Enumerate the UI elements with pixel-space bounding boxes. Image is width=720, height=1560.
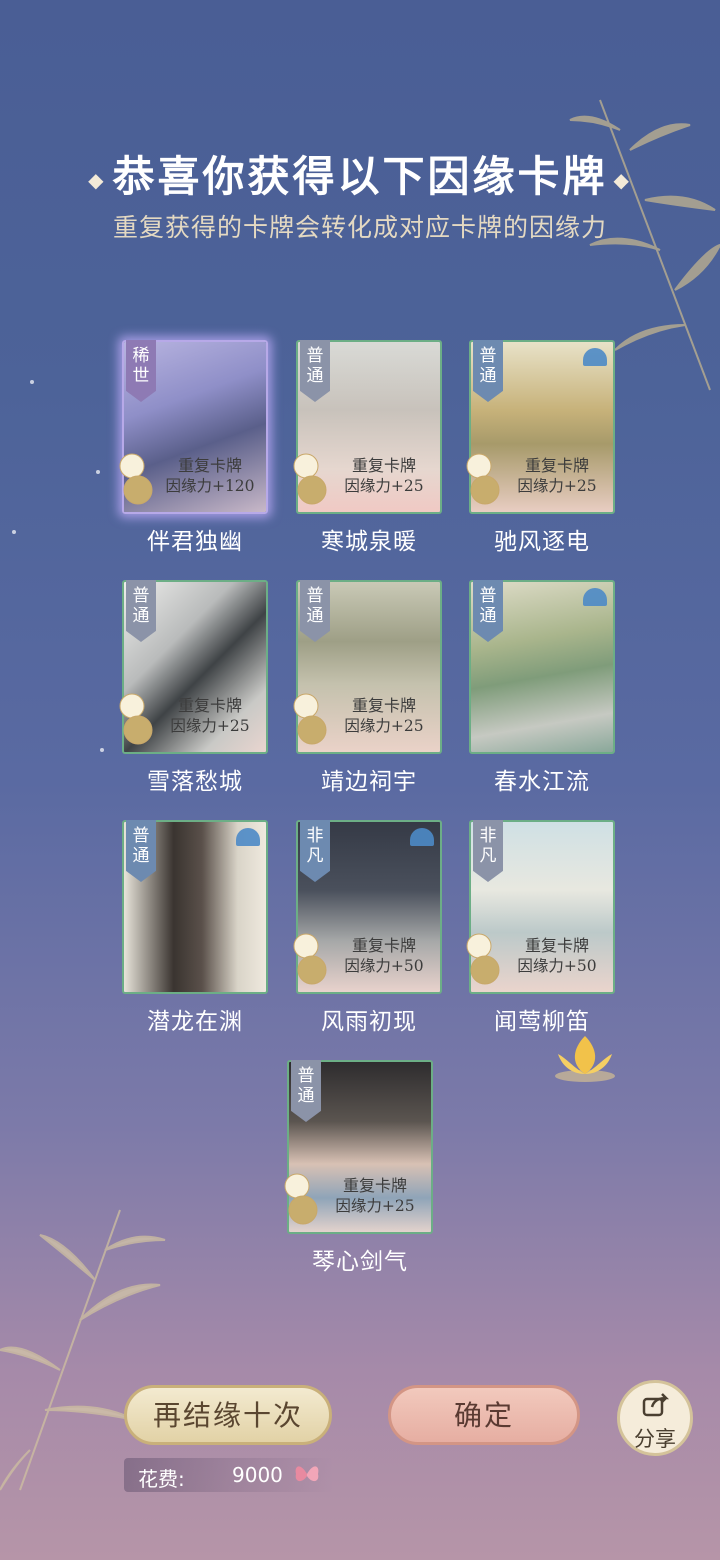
duplicate-text: 重复卡牌因缘力+25 xyxy=(317,1176,433,1216)
plum-flower-icon xyxy=(293,693,327,745)
diamond-ornament-icon: ◆ xyxy=(88,168,107,192)
fan-icon xyxy=(583,348,607,366)
duplicate-text: 重复卡牌因缘力+50 xyxy=(499,936,615,976)
duplicate-label: 重复卡牌 xyxy=(351,456,416,475)
card-name: 靖边祠宇 xyxy=(321,769,417,795)
duplicate-label: 重复卡牌 xyxy=(351,696,416,715)
duplicate-label: 重复卡牌 xyxy=(177,696,242,715)
plum-flower-icon xyxy=(119,693,153,745)
card-name: 伴君独幽 xyxy=(147,529,243,555)
duplicate-text: 重复卡牌因缘力+25 xyxy=(326,456,442,496)
card-item[interactable]: 非凡 重复卡牌因缘力+50 风雨初现 xyxy=(293,820,442,1035)
card-item[interactable]: 非凡 重复卡牌 因缘力+50 闻莺柳笛 xyxy=(466,820,615,1035)
share-label: 分享 xyxy=(634,1427,676,1451)
card-name: 风雨初现 xyxy=(321,1009,417,1035)
cost-value: 9000 xyxy=(232,1463,283,1487)
plum-flower-icon xyxy=(466,933,500,985)
rarity-tag: 普通 xyxy=(300,340,330,402)
sparkle xyxy=(96,470,100,474)
affinity-bonus: 因缘力+25 xyxy=(517,477,597,495)
duplicate-text: 重复卡牌因缘力+50 xyxy=(326,936,442,976)
page-title: ◆ 恭喜你获得以下因缘卡牌 ◆ xyxy=(0,143,720,204)
duplicate-label: 重复卡牌 xyxy=(524,456,589,475)
card-item[interactable]: 普通 重复卡牌因缘力+25 琴心剑气 xyxy=(284,1060,433,1275)
rarity-tag: 普通 xyxy=(126,580,156,642)
draw-again-button[interactable]: 再结缘十次 xyxy=(124,1385,332,1445)
duplicate-label: 重复卡牌 xyxy=(342,1176,407,1195)
card-name: 潜龙在渊 xyxy=(147,1009,243,1035)
affinity-bonus: 因缘力+25 xyxy=(344,477,424,495)
diamond-ornament-icon: ◆ xyxy=(613,168,632,192)
fan-icon xyxy=(583,588,607,606)
page-subtitle: 重复获得的卡牌会转化成对应卡牌的因缘力 xyxy=(112,213,607,242)
sparkle xyxy=(30,380,34,384)
card-name: 驰风逐电 xyxy=(494,529,590,555)
butterfly-icon xyxy=(295,1466,319,1482)
sparkle xyxy=(100,748,104,752)
card-item[interactable]: 普通 重复卡牌因缘力+25 寒城泉暖 xyxy=(293,340,442,555)
card-name: 雪落愁城 xyxy=(147,769,243,795)
rarity-tag: 普通 xyxy=(473,340,503,402)
card-item[interactable]: 普通 潜龙在渊 xyxy=(122,820,268,1035)
sparkle xyxy=(12,530,16,534)
affinity-bonus: 因缘力+25 xyxy=(335,1197,415,1215)
affinity-bonus: 因缘力+25 xyxy=(344,717,424,735)
affinity-bonus: 因缘力+50 xyxy=(517,957,597,975)
duplicate-text: 重复卡牌因缘力+25 xyxy=(499,456,615,496)
rarity-tag: 普通 xyxy=(300,580,330,642)
rarity-tag: 非凡 xyxy=(473,820,503,882)
plum-flower-icon xyxy=(466,453,500,505)
card-item[interactable]: 普通 重复卡牌因缘力+25 靖边祠宇 xyxy=(293,580,442,795)
affinity-bonus: 因缘力+120 xyxy=(165,477,255,495)
share-icon xyxy=(642,1393,670,1417)
plum-flower-icon xyxy=(293,933,327,985)
duplicate-text: 重复卡牌因缘力+25 xyxy=(152,696,268,736)
plum-flower-icon xyxy=(119,453,153,505)
confirm-button[interactable]: 确定 xyxy=(388,1385,580,1445)
cost-display: 花费: 9000 xyxy=(124,1458,334,1492)
card-item[interactable]: 稀世 重复卡牌因缘力+120 伴君独幽 xyxy=(119,340,268,555)
card-item[interactable]: 普通 重复卡牌因缘力+25 雪落愁城 xyxy=(119,580,268,795)
duplicate-label: 重复卡牌 xyxy=(351,936,416,955)
card-item[interactable]: 普通 重复卡牌因缘力+25 驰风逐电 xyxy=(466,340,615,555)
rarity-tag: 普通 xyxy=(473,580,503,642)
card-name: 寒城泉暖 xyxy=(321,529,417,555)
affinity-bonus: 因缘力+25 xyxy=(170,717,250,735)
lotus-lantern-icon xyxy=(555,1036,615,1082)
plum-flower-icon xyxy=(284,1173,318,1225)
rarity-tag: 普通 xyxy=(126,820,156,882)
duplicate-text: 重复卡牌因缘力+25 xyxy=(326,696,442,736)
bamboo-decoration-bottom xyxy=(0,1209,166,1491)
rarity-tag: 普通 xyxy=(291,1060,321,1122)
title-text: 恭喜你获得以下因缘卡牌 xyxy=(112,152,608,201)
fan-icon xyxy=(410,828,434,846)
rarity-tag: 非凡 xyxy=(300,820,330,882)
card-name: 琴心剑气 xyxy=(312,1249,408,1275)
duplicate-label: 重复卡牌 xyxy=(524,936,589,955)
duplicate-label: 重复卡牌 xyxy=(177,456,242,475)
card-item[interactable]: 普通 春水江流 xyxy=(469,580,615,795)
plum-flower-icon xyxy=(293,453,327,505)
duplicate-text: 重复卡牌因缘力+120 xyxy=(152,456,268,496)
card-name: 春水江流 xyxy=(494,769,590,795)
rarity-tag: 稀世 xyxy=(126,340,156,402)
affinity-bonus: 因缘力+50 xyxy=(344,957,424,975)
share-button[interactable]: 分享 xyxy=(617,1380,693,1456)
cost-label: 花费: xyxy=(138,1467,185,1491)
fan-icon xyxy=(236,828,260,846)
